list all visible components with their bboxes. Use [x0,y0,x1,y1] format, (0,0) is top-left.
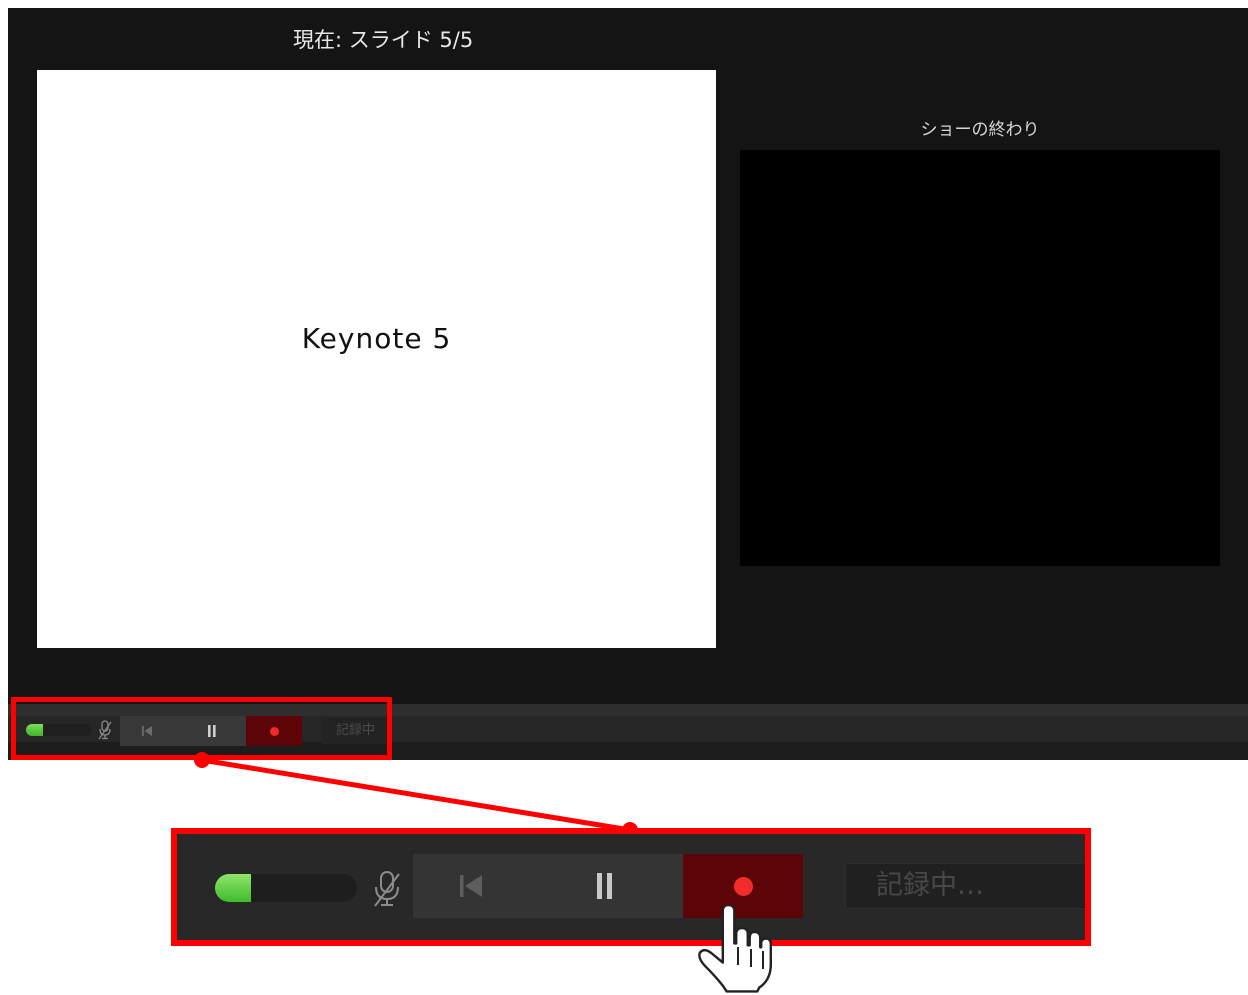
record-icon [734,877,753,896]
recording-toolbar-zoomed: 記録中… [171,828,1091,946]
next-slide-label: ショーの終わり [920,120,1040,140]
hand-pointer-icon [698,905,773,993]
highlight-box-small [11,697,392,760]
pause-icon[interactable] [595,872,615,900]
slide-title-text: Keynote 5 [301,322,452,355]
playback-controls [413,854,683,918]
skip-back-icon[interactable] [457,872,485,900]
recording-status-field: 記録中… [845,863,1085,909]
presenter-window: 現在: スライド 5/5 Keynote 5 ショーの終わり [8,8,1248,760]
mic-muted-icon[interactable] [373,870,401,908]
audio-level-fill [215,874,251,902]
current-slide-label: 現在: スライド 5/5 [293,28,474,52]
audio-level-meter [215,874,357,902]
next-slide-preview [740,150,1220,566]
current-slide-preview: Keynote 5 [37,70,716,648]
